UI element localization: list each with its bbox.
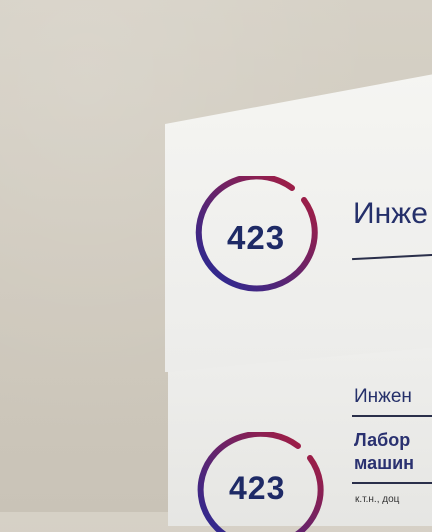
room-number-lower: 423	[229, 470, 286, 506]
line-2-underline-lower	[352, 482, 432, 484]
sign-line-3-lower: машин	[354, 453, 415, 473]
sign-line-2-lower: Лабор	[354, 430, 411, 450]
sign-credentials-lower: к.т.н., доц	[355, 494, 400, 505]
room-number-upper: 423	[227, 219, 286, 256]
sign-title-upper: Инже	[353, 197, 428, 230]
line-1-underline-lower	[352, 415, 432, 417]
sign-line-1-lower: Инжен	[354, 386, 412, 407]
